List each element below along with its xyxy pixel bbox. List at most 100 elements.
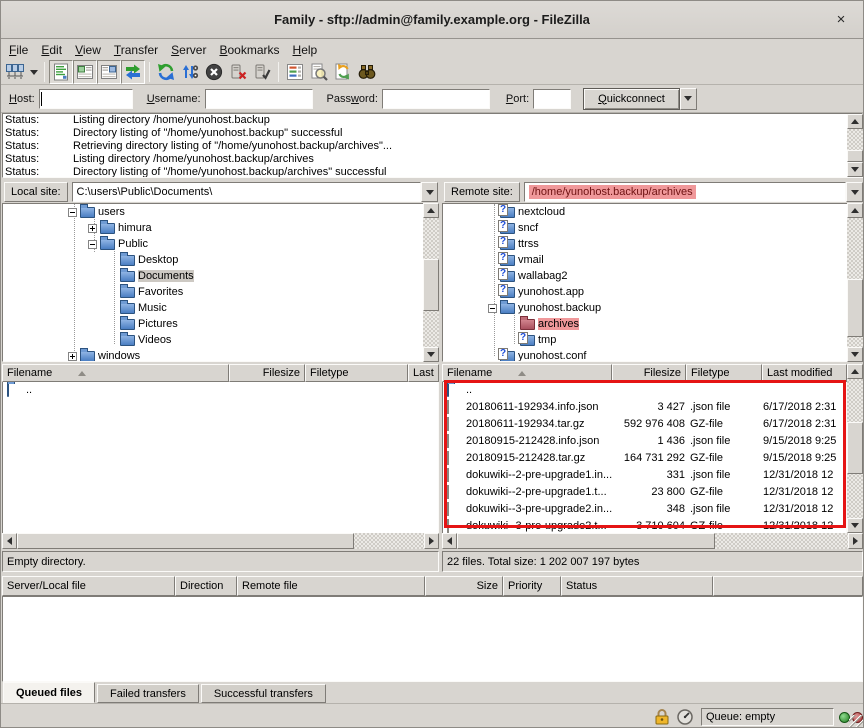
expand-icon[interactable] xyxy=(88,224,97,233)
refresh-icon[interactable] xyxy=(154,60,178,84)
host-input[interactable] xyxy=(39,89,133,109)
tree-item-yunohost-conf[interactable]: yunohost.conf xyxy=(443,348,862,362)
menu-server[interactable]: Server xyxy=(167,41,215,59)
column-header-filename[interactable]: Filename xyxy=(442,364,612,382)
scroll-down-icon[interactable] xyxy=(847,162,863,177)
message-log[interactable]: Status:Listing directory /home/yunohost.… xyxy=(2,113,863,178)
queue-list[interactable] xyxy=(2,596,863,682)
scroll-thumb[interactable] xyxy=(847,422,863,474)
local-path-dropdown-icon[interactable] xyxy=(421,182,438,202)
tree-item-himura[interactable]: himura xyxy=(3,220,438,236)
column-header-server-local-file[interactable]: Server/Local file xyxy=(2,576,175,596)
scroll-down-icon[interactable] xyxy=(847,518,863,533)
tree-item-yunohost-backup[interactable]: yunohost.backup xyxy=(443,300,862,316)
file-row-parent-dir[interactable]: .. xyxy=(443,382,846,399)
synchronized-browsing-icon[interactable] xyxy=(331,60,355,84)
site-manager-dropdown-icon[interactable] xyxy=(27,60,40,84)
scroll-thumb[interactable] xyxy=(847,150,863,162)
remote-path-dropdown-icon[interactable] xyxy=(846,182,863,202)
scroll-thumb[interactable] xyxy=(457,533,715,549)
resize-grip[interactable] xyxy=(849,715,863,728)
column-header-filetype[interactable]: Filetype xyxy=(305,364,408,382)
tab-successful-transfers[interactable]: Successful transfers xyxy=(201,684,326,703)
scroll-right-icon[interactable] xyxy=(848,533,863,549)
tree-item-documents[interactable]: Documents xyxy=(3,268,438,284)
file-row[interactable]: dokuwiki--3-pre-upgrade2.t...3 710 604GZ… xyxy=(443,518,846,533)
tree-item-desktop[interactable]: Desktop xyxy=(3,252,438,268)
close-icon[interactable]: × xyxy=(831,10,851,30)
scroll-left-icon[interactable] xyxy=(442,533,457,549)
tree-item-music[interactable]: Music xyxy=(3,300,438,316)
tree-item-pictures[interactable]: Pictures xyxy=(3,316,438,332)
directory-comparison-icon[interactable] xyxy=(307,60,331,84)
collapse-icon[interactable] xyxy=(68,208,77,217)
toggle-message-log-icon[interactable] xyxy=(49,60,73,84)
menu-help[interactable]: Help xyxy=(289,41,327,59)
menu-file[interactable]: File xyxy=(5,41,37,59)
toggle-local-tree-icon[interactable] xyxy=(73,60,97,84)
reconnect-icon[interactable] xyxy=(250,60,274,84)
password-input[interactable] xyxy=(382,89,490,109)
column-header-remote-file[interactable]: Remote file xyxy=(237,576,425,596)
title-bar[interactable]: Family - sftp://admin@family.example.org… xyxy=(1,1,863,39)
file-row[interactable]: dokuwiki--3-pre-upgrade2.in...348.json f… xyxy=(443,501,846,518)
remote-file-list[interactable]: .. 20180611-192934.info.json3 427.json f… xyxy=(442,382,847,533)
column-header-filesize[interactable]: Filesize xyxy=(229,364,305,382)
column-header-last-modified[interactable]: Last modified xyxy=(762,364,847,382)
remote-directory-tree[interactable]: nextcloud sncf ttrss vmail wallabag2 yun… xyxy=(442,203,863,362)
scroll-thumb[interactable] xyxy=(17,533,354,549)
column-header-priority[interactable]: Priority xyxy=(503,576,561,596)
tree-item-sncf[interactable]: sncf xyxy=(443,220,862,236)
toggle-remote-tree-icon[interactable] xyxy=(97,60,121,84)
file-row[interactable]: 20180611-192934.info.json3 427.json file… xyxy=(443,399,846,416)
tree-item-public[interactable]: Public xyxy=(3,236,438,252)
speed-limit-gauge-icon[interactable] xyxy=(676,708,694,726)
tree-item-nextcloud[interactable]: nextcloud xyxy=(443,204,862,220)
local-path-combo[interactable]: C:\users\Public\Documents\ xyxy=(72,182,421,202)
column-header-direction[interactable]: Direction xyxy=(175,576,237,596)
column-header-status[interactable]: Status xyxy=(561,576,713,596)
file-row[interactable]: 20180915-212428.tar.gz164 731 292GZ-file… xyxy=(443,450,846,467)
column-header-last-modified[interactable]: Last xyxy=(408,364,439,382)
file-row[interactable]: dokuwiki--2-pre-upgrade1.in...331.json f… xyxy=(443,467,846,484)
menu-edit[interactable]: Edit xyxy=(37,41,71,59)
column-header-filetype[interactable]: Filetype xyxy=(686,364,762,382)
find-files-icon[interactable] xyxy=(355,60,379,84)
expand-icon[interactable] xyxy=(68,352,77,361)
scroll-up-icon[interactable] xyxy=(847,364,863,379)
column-header-size[interactable]: Size xyxy=(425,576,503,596)
log-scrollbar[interactable] xyxy=(847,114,863,177)
tree-item-favorites[interactable]: Favorites xyxy=(3,284,438,300)
collapse-icon[interactable] xyxy=(88,240,97,249)
toggle-transfer-queue-icon[interactable] xyxy=(121,60,145,84)
remote-path-combo[interactable]: /home/yunohost.backup/archives xyxy=(524,182,846,202)
tree-item-wallabag2[interactable]: wallabag2 xyxy=(443,268,862,284)
port-input[interactable] xyxy=(533,89,571,109)
file-row[interactable]: dokuwiki--2-pre-upgrade1.t...23 800GZ-fi… xyxy=(443,484,846,501)
tree-item-vmail[interactable]: vmail xyxy=(443,252,862,268)
tree-item-users[interactable]: users xyxy=(3,204,438,220)
tree-item-windows[interactable]: windows xyxy=(3,348,438,362)
username-input[interactable] xyxy=(205,89,313,109)
disconnect-icon[interactable] xyxy=(226,60,250,84)
file-row-parent-dir[interactable]: .. xyxy=(3,382,438,399)
quickconnect-dropdown-icon[interactable] xyxy=(680,88,697,110)
tree-item-tmp[interactable]: tmp xyxy=(443,332,862,348)
menu-transfer[interactable]: Transfer xyxy=(110,41,167,59)
tab-failed-transfers[interactable]: Failed transfers xyxy=(97,684,199,703)
tree-item-videos[interactable]: Videos xyxy=(3,332,438,348)
quickconnect-button[interactable]: Quickconnect xyxy=(583,88,680,110)
file-row[interactable]: 20180611-192934.tar.gz592 976 408GZ-file… xyxy=(443,416,846,433)
scroll-up-icon[interactable] xyxy=(847,114,863,129)
tree-item-ttrss[interactable]: ttrss xyxy=(443,236,862,252)
process-queue-icon[interactable] xyxy=(178,60,202,84)
scroll-right-icon[interactable] xyxy=(424,533,439,549)
directory-filter-icon[interactable] xyxy=(283,60,307,84)
remote-list-scrollbar[interactable] xyxy=(847,364,863,533)
cancel-icon[interactable] xyxy=(202,60,226,84)
collapse-icon[interactable] xyxy=(488,304,497,313)
tree-item-yunohost-app[interactable]: yunohost.app xyxy=(443,284,862,300)
scroll-left-icon[interactable] xyxy=(2,533,17,549)
remote-list-hscrollbar[interactable] xyxy=(442,533,863,549)
site-manager-icon[interactable] xyxy=(3,60,27,84)
